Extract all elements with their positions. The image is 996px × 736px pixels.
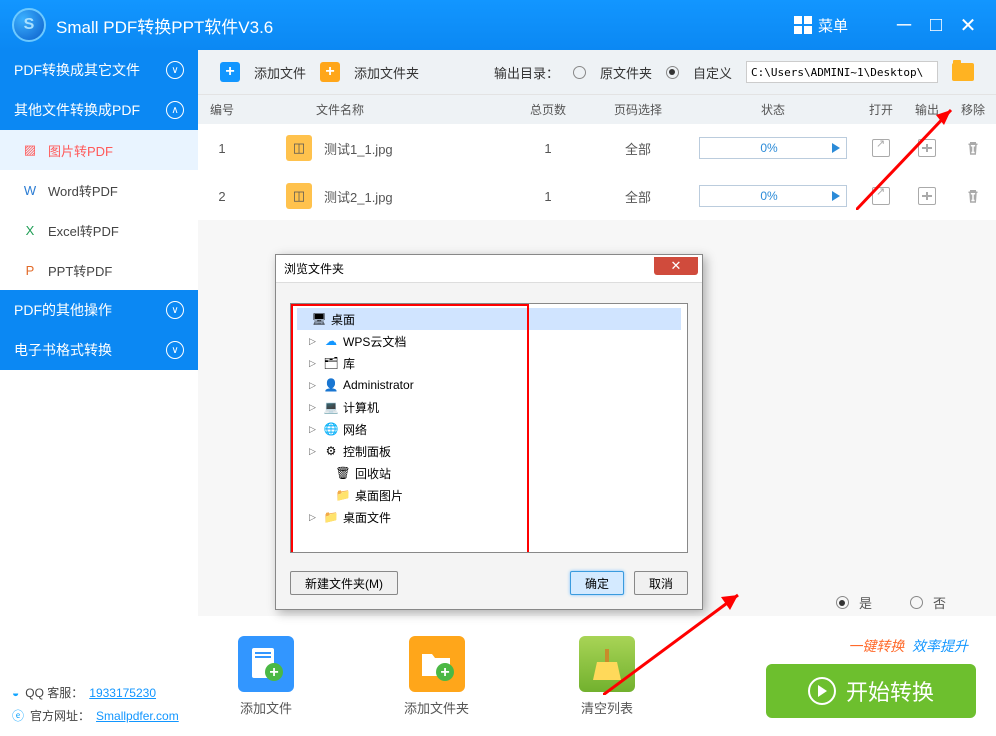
qq-link[interactable]: 1933175230 [89,686,156,700]
tagline: 一键转换 效率提升 [848,636,968,656]
desktop-icon: 🖥 [311,312,327,326]
new-folder-button[interactable]: 新建文件夹(M) [290,571,398,595]
sidebar-footer: ◒ QQ 客服： 1933175230 ⓔ 官方网址： Smallpdfer.c… [12,678,179,724]
file-thumb-icon: ◫ [286,183,312,209]
sidebar-item-excel-to-pdf[interactable]: X Excel转PDF [0,210,198,250]
tree-node-desktop[interactable]: 🖥桌面 [297,308,681,330]
dialog-title: 浏览文件夹 [276,255,702,283]
tree-node-library[interactable]: ▷🗂库 [309,352,681,374]
chevron-up-icon: ∧ [166,101,184,119]
tree-node-wps[interactable]: ▷☁WPS云文档 [309,330,681,352]
folder-tree[interactable]: 🖥桌面 ▷☁WPS云文档 ▷🗂库 ▷👤Administrator ▷💻计算机 ▷… [290,303,688,553]
radio-merge-no[interactable] [910,596,923,609]
bottom-add-file[interactable]: + 添加文件 [238,636,294,717]
delete-row-button[interactable] [964,139,982,157]
titlebar: S Small PDF转换PPT软件V3.6 菜单 ─ □ ✕ [0,0,996,50]
network-icon: 🌐 [323,422,339,436]
word-icon: W [22,182,38,198]
open-file-button[interactable] [872,187,890,205]
play-icon [832,191,840,201]
start-convert-button[interactable]: 开始转换 [766,664,976,718]
dialog-close-button[interactable]: ✕ [654,257,698,275]
add-file-icon: + [238,636,294,692]
sidebar-category-other-to-pdf[interactable]: 其他文件转换成PDF ∧ [0,90,198,130]
add-folder-icon: + [409,636,465,692]
chevron-down-icon: ∨ [166,61,184,79]
chevron-down-icon: ∨ [166,301,184,319]
ppt-icon: P [22,262,38,278]
output-file-button[interactable] [918,139,936,157]
add-folder-button[interactable]: 添加文件夹 [354,63,419,82]
cancel-button[interactable]: 取消 [634,571,688,595]
broom-icon [579,636,635,692]
ie-icon: ⓔ [12,707,24,724]
add-file-icon: + [220,62,240,82]
tree-node-desktop-pics[interactable]: 📁桌面图片 [321,484,681,506]
excel-icon: X [22,222,38,238]
svg-text:+: + [269,664,278,681]
open-file-button[interactable] [872,139,890,157]
output-dir-label: 输出目录： [494,63,559,82]
folder-icon: 📁 [335,488,351,502]
output-path-input[interactable]: C:\Users\ADMINI~1\Desktop\ [746,61,938,83]
sidebar-category-pdf-to-other[interactable]: PDF转换成其它文件 ∨ [0,50,198,90]
chevron-down-icon: ∨ [166,341,184,359]
tree-node-control-panel[interactable]: ▷⚙控制面板 [309,440,681,462]
recycle-bin-icon: 🗑 [335,466,351,480]
add-folder-icon: + [320,62,340,82]
ok-button[interactable]: 确定 [570,571,624,595]
folder-icon: 📁 [323,510,339,524]
bottom-clear-list[interactable]: 清空列表 [579,636,635,717]
progress-bar[interactable]: 0% [699,137,847,159]
library-icon: 🗂 [323,356,339,370]
table-row[interactable]: 1 ◫ 测试1_1.jpg 1 全部 0% [198,124,996,172]
sidebar-item-word-to-pdf[interactable]: W Word转PDF [0,170,198,210]
toolbar: + 添加文件 + 添加文件夹 输出目录： 原文件夹 自定义 C:\Users\A… [198,50,996,94]
qq-icon: ◒ [12,686,19,700]
radio-custom-folder[interactable] [666,66,679,79]
menu-grid-icon [794,16,812,34]
sidebar-item-ppt-to-pdf[interactable]: P PPT转PDF [0,250,198,290]
menu-button[interactable]: 菜单 [818,15,848,36]
play-icon [832,143,840,153]
delete-row-button[interactable] [964,187,982,205]
tree-node-desktop-files[interactable]: ▷📁桌面文件 [309,506,681,528]
radio-source-folder[interactable] [573,66,586,79]
bottom-bar: + 添加文件 + 添加文件夹 清空列表 一键转换 效率提升 开始转换 [198,616,996,736]
output-file-button[interactable] [918,187,936,205]
cloud-icon: ☁ [323,334,339,348]
tree-node-recycle[interactable]: 🗑回收站 [321,462,681,484]
browse-folder-dialog: 浏览文件夹 ✕ 🖥桌面 ▷☁WPS云文档 ▷🗂库 ▷👤Administrator… [275,254,703,610]
tree-node-computer[interactable]: ▷💻计算机 [309,396,681,418]
close-button[interactable]: ✕ [952,13,984,38]
minimize-button[interactable]: ─ [888,14,920,37]
sidebar-item-img-to-pdf[interactable]: ▨ 图片转PDF [0,130,198,170]
app-logo: S [12,8,46,42]
app-title: Small PDF转换PPT软件V3.6 [56,13,273,38]
table-row[interactable]: 2 ◫ 测试2_1.jpg 1 全部 0% [198,172,996,220]
bottom-add-folder[interactable]: + 添加文件夹 [404,636,469,717]
sidebar-category-pdf-other-ops[interactable]: PDF的其他操作 ∨ [0,290,198,330]
tree-node-admin[interactable]: ▷👤Administrator [309,374,681,396]
user-icon: 👤 [323,378,339,392]
browse-folder-button[interactable] [952,63,974,81]
computer-icon: 💻 [323,400,339,414]
tree-node-network[interactable]: ▷🌐网络 [309,418,681,440]
sidebar-category-ebook-convert[interactable]: 电子书格式转换 ∨ [0,330,198,370]
image-icon: ▨ [22,142,38,158]
radio-merge-yes[interactable] [836,596,849,609]
control-panel-icon: ⚙ [323,444,339,458]
progress-bar[interactable]: 0% [699,185,847,207]
merge-option-row: 是 否 [836,593,946,612]
sidebar: PDF转换成其它文件 ∨ 其他文件转换成PDF ∧ ▨ 图片转PDF W Wor… [0,50,198,736]
add-file-button[interactable]: 添加文件 [254,63,306,82]
maximize-button[interactable]: □ [920,14,952,37]
play-circle-icon [808,677,836,705]
site-link[interactable]: Smallpdfer.com [96,709,179,723]
file-thumb-icon: ◫ [286,135,312,161]
svg-text:+: + [440,664,449,681]
table-header: 编号 文件名称 总页数 页码选择 状态 打开 输出 移除 [198,94,996,124]
